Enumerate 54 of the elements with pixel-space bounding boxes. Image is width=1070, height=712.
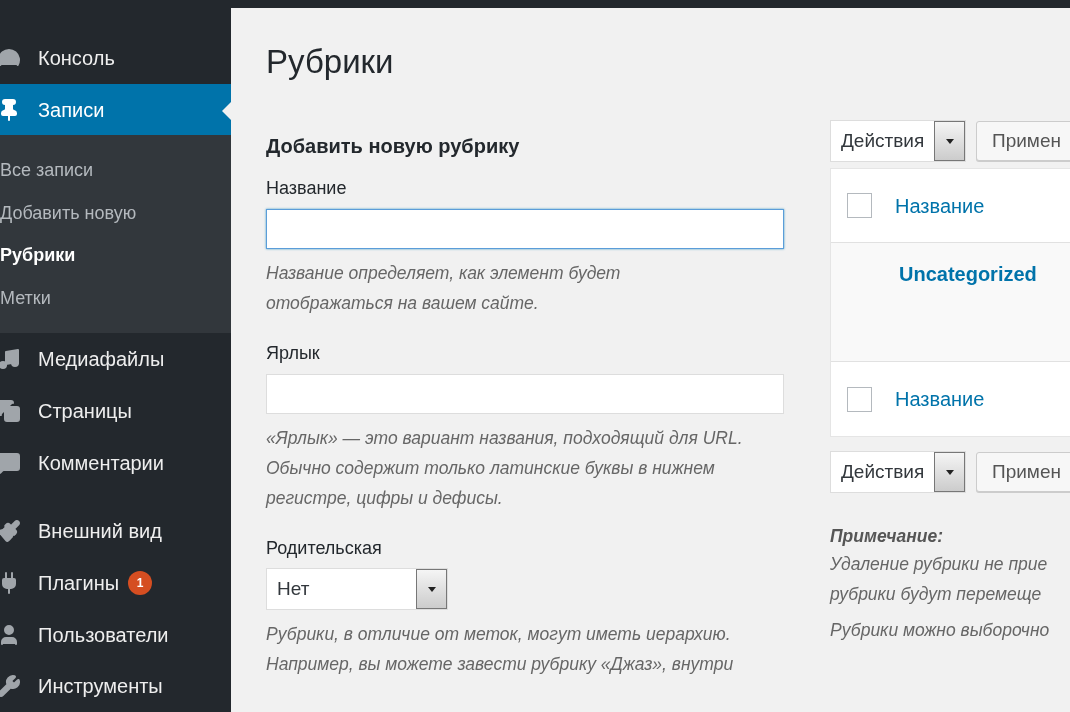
checkbox[interactable]: [847, 193, 872, 218]
caret-icon: [427, 586, 436, 592]
menu-label: Комментарии: [38, 450, 164, 476]
current-menu-arrow-icon: [222, 101, 231, 120]
menu-item[interactable]: Внешний вид: [0, 505, 231, 558]
menu-label: Внешний вид: [38, 519, 162, 545]
dropdown[interactable]: Действия: [830, 120, 966, 162]
note-text: Удаление рубрики не прие рубрики будут перемеще: [830, 553, 1048, 607]
menu-item[interactable]: Консоль: [0, 32, 231, 84]
submenu-item[interactable]: Рубрики: [0, 234, 231, 277]
checkbox[interactable]: [847, 386, 872, 412]
menu-item[interactable]: Пользователи: [0, 608, 231, 661]
menu-label: Страницы: [38, 398, 132, 424]
menu-item[interactable]: Комментарии: [0, 436, 231, 489]
field-label: Название: [266, 177, 347, 200]
menu-label: Инструменты: [38, 674, 163, 700]
submenu-item[interactable]: Все записи: [0, 149, 231, 192]
dropdown[interactable]: Действия: [830, 451, 966, 493]
section-heading: Добавить новую рубрику: [266, 134, 520, 159]
note-text: Рубрики можно выборочно: [830, 619, 1050, 643]
apply-button[interactable]: Примен: [976, 121, 1070, 161]
wrench-icon: [0, 674, 21, 699]
apply-button[interactable]: Примен: [976, 452, 1070, 492]
menu-item[interactable]: Страницы: [0, 385, 231, 437]
menu-item[interactable]: Записи: [0, 83, 231, 136]
field-description: Название определяет, как элемент будет отображаться на вашем сайте.: [266, 262, 621, 315]
menu-label: Записи: [38, 97, 105, 123]
submenu-item[interactable]: Добавить новую: [0, 191, 231, 235]
paintbrush-icon: [0, 519, 21, 544]
music-icon: [0, 347, 21, 372]
page-title: Рубрики: [266, 42, 394, 82]
submenu-item[interactable]: Метки: [0, 276, 231, 320]
note-label: Примечание:: [830, 525, 943, 548]
column-header-link[interactable]: Название: [895, 190, 985, 221]
pages-icon: [0, 398, 21, 423]
menu-item[interactable]: Инструменты: [0, 660, 231, 712]
column-footer-link[interactable]: Название: [895, 384, 985, 414]
update-count-badge: 1: [128, 570, 153, 595]
text-field[interactable]: [266, 209, 784, 249]
caret-icon: [945, 138, 954, 144]
menu-label: Консоль: [38, 45, 115, 71]
menu-label: Плагины: [38, 570, 120, 596]
caret-icon: [945, 469, 954, 475]
field-description: Рубрики, в отличие от меток, могут иметь иерархию. Например, вы можете завести рубрику «Джаз», внутри: [266, 623, 734, 676]
menu-item[interactable]: Медиафайлы: [0, 333, 231, 385]
field-label: Ярлык: [266, 342, 320, 365]
field-label: Родительская: [266, 537, 382, 560]
menu-label: Пользователи: [38, 622, 169, 648]
menu-label: Медиафайлы: [38, 347, 165, 373]
category-link[interactable]: Uncategorized: [899, 263, 1037, 285]
field-description: «Ярлык» — это вариант названия, подходящий для URL. Обычно содержит только латинские буквы в нижнем регистре, цифры и дефисы.: [266, 427, 743, 510]
speech-bubble-icon: [0, 450, 21, 475]
dropdown[interactable]: Нет: [266, 568, 448, 610]
menu-item[interactable]: Плагины 1: [0, 557, 231, 609]
